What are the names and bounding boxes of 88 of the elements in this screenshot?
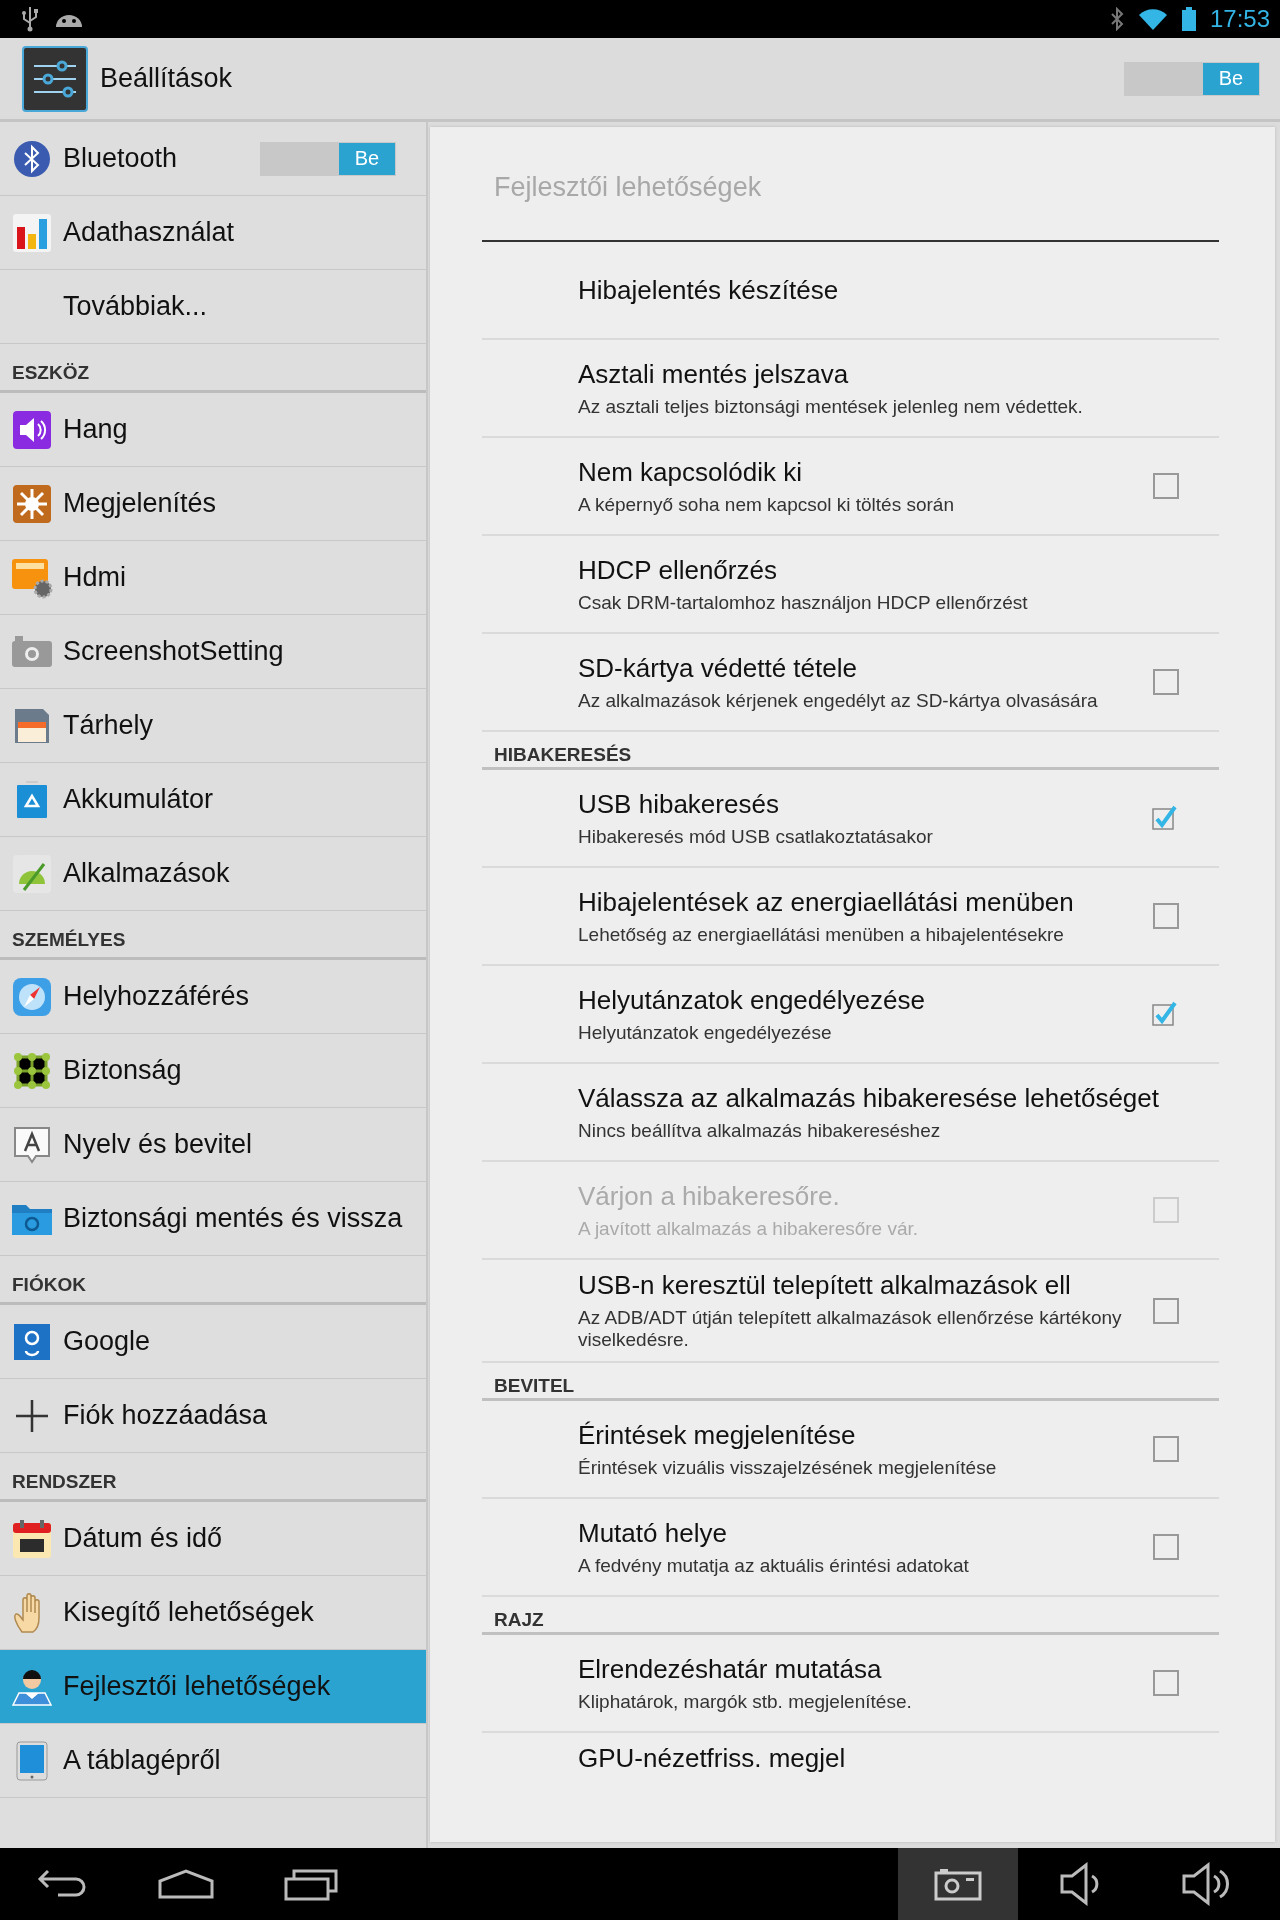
setting-summary: Kliphatárok, margók stb. megjelenítése.	[578, 1690, 913, 1713]
section-header: HIBAKERESÉS	[482, 732, 1219, 770]
setting-title: USB-n keresztül telepített alkalmazások ell	[578, 1270, 1072, 1301]
setting-title: Érintések megjelenítése	[578, 1419, 857, 1451]
screenshot-button[interactable]	[898, 1848, 1018, 1920]
dot-grid-icon	[11, 1050, 52, 1091]
sidebar-item[interactable]: Biztonság	[0, 1034, 426, 1108]
sidebar-item[interactable]: Hang	[0, 393, 426, 467]
panel-title: Fejlesztői lehetőségek	[494, 172, 762, 202]
sidebar-item[interactable]: Megjelenítés	[0, 467, 426, 541]
bluetooth-icon	[1109, 7, 1124, 31]
app-title: Beállítások	[100, 63, 233, 94]
setting-summary: A javított alkalmazás a hibakeresőre vár.	[578, 1217, 920, 1240]
setting-summary: A fedvény mutatja az aktuális érintési adatokat	[578, 1554, 970, 1577]
tablet-icon	[15, 1740, 48, 1781]
speech-bubble-icon	[11, 1124, 52, 1165]
sidebar-item[interactable]: Tárhely	[0, 689, 426, 763]
setting-summary: Az asztali teljes biztonsági mentések jelenleg nem védettek.	[578, 395, 1084, 418]
checkbox[interactable]	[1153, 1436, 1179, 1462]
setting-title: Hibajelentések az energiaellátási menüben	[578, 886, 1075, 918]
sliders-icon	[22, 45, 88, 112]
setting-title: GPU-nézetfriss. megjel	[578, 1743, 847, 1774]
sidebar-item[interactable]: Dátum és idő	[0, 1502, 426, 1576]
setting-title: Mutató helye	[578, 1517, 728, 1549]
setting-title: Nem kapcsolódik ki	[578, 456, 803, 488]
section-header: SZEMÉLYES	[0, 911, 426, 960]
sidebar-item[interactable]: Alkalmazások	[0, 837, 426, 911]
checkbox[interactable]	[1153, 1534, 1179, 1560]
camera-icon	[10, 634, 53, 669]
setting-title: HDCP ellenőrzés	[578, 554, 778, 586]
setting-title: USB hibakeresés	[578, 788, 780, 820]
recents-icon[interactable]	[284, 1867, 338, 1901]
usb-icon	[20, 6, 40, 32]
setting-title: Várjon a hibakeresőre.	[578, 1180, 841, 1212]
sidebar-item[interactable]: Akkumulátor	[0, 763, 426, 837]
section-header: RAJZ	[482, 1597, 1219, 1635]
sidebar-item[interactable]: Fiók hozzáadása	[0, 1379, 426, 1453]
sidebar-item[interactable]: Helyhozzáférés	[0, 960, 426, 1034]
setting-summary: Nincs beállítva alkalmazás hibakereséshez	[578, 1119, 942, 1142]
setting-summary: Az alkalmazások kérjenek engedélyt az SD-kártya olvasására	[578, 689, 1099, 712]
checkbox[interactable]	[1149, 999, 1179, 1029]
sidebar-item[interactable]: Továbbiak...	[0, 270, 426, 344]
section-header: BEVITEL	[482, 1363, 1219, 1401]
checkbox[interactable]	[1153, 1297, 1179, 1324]
setting-summary: Hibakeresés mód USB csatlakoztatásakor	[578, 825, 934, 848]
setting-title: Helyutánzatok engedélyezése	[578, 984, 926, 1016]
setting-title: Válassza az alkalmazás hibakeresése lehetőséget	[578, 1082, 1160, 1114]
sidebar-item[interactable]: Hdmi	[0, 541, 426, 615]
bluetooth-icon	[12, 138, 51, 179]
clock-time: 17:53	[1209, 5, 1270, 33]
plus-icon	[13, 1397, 50, 1434]
setting-summary: Az ADB/ADT útján telepített alkalmazások ellenőrzése kártékony viselkedésre.	[578, 1307, 1123, 1351]
setting-title: SD-kártya védetté tétele	[578, 652, 858, 684]
setting-title: Hibajelentés készítése	[578, 274, 840, 306]
checkbox[interactable]	[1153, 903, 1179, 929]
compass-icon	[11, 976, 52, 1017]
account-badge-icon	[12, 1322, 51, 1361]
checkbox[interactable]	[1153, 1670, 1179, 1696]
sidebar-item[interactable]: Google	[0, 1305, 426, 1379]
setting-summary: Csak DRM-tartalomhoz használjon HDCP ellenőrzést	[578, 591, 1029, 614]
section-header: FIÓKOK	[0, 1256, 426, 1305]
setting-summary: Lehetőség az energiaellátási menüben a hibajelentésekre	[578, 923, 1065, 946]
setting-title: Asztali mentés jelszava	[578, 358, 850, 390]
home-icon[interactable]	[158, 1869, 214, 1899]
sidebar-item[interactable]: Fejlesztői lehetőségek	[0, 1650, 426, 1724]
sidebar-item[interactable]: Adathasználat	[0, 196, 426, 270]
setting-title: Elrendezéshatár mutatása	[578, 1653, 883, 1685]
checkbox[interactable]	[1149, 803, 1179, 833]
battery-icon	[1181, 7, 1196, 31]
speaker-icon	[11, 409, 52, 450]
sidebar-item[interactable]: Nyelv és bevitel	[0, 1108, 426, 1182]
setting-summary: Helyutánzatok engedélyezése	[578, 1021, 833, 1044]
bar-chart-icon	[11, 212, 52, 253]
sidebar-item[interactable]: Biztonsági mentés és vissza	[0, 1182, 426, 1256]
setting-summary: A képernyő soha nem kapcsol ki töltés során	[578, 493, 955, 516]
sun-icon	[11, 483, 52, 524]
setting-summary: Érintések vizuális visszajelzésének megjelenítése	[578, 1456, 998, 1479]
checkbox[interactable]	[1153, 473, 1179, 499]
gear-badge-icon	[10, 556, 53, 599]
wifi-icon	[1137, 7, 1168, 31]
section-header: RENDSZER	[0, 1453, 426, 1502]
checkbox[interactable]	[1153, 669, 1179, 695]
section-header: ESZKÖZ	[0, 344, 426, 393]
camera-icon	[934, 1867, 982, 1901]
calendar-icon	[11, 1518, 52, 1559]
sidebar-item[interactable]: Bluetooth Be	[0, 122, 426, 196]
sidebar-item[interactable]: ScreenshotSetting	[0, 615, 426, 689]
sidebar-item[interactable]: A táblagépről	[0, 1724, 426, 1798]
